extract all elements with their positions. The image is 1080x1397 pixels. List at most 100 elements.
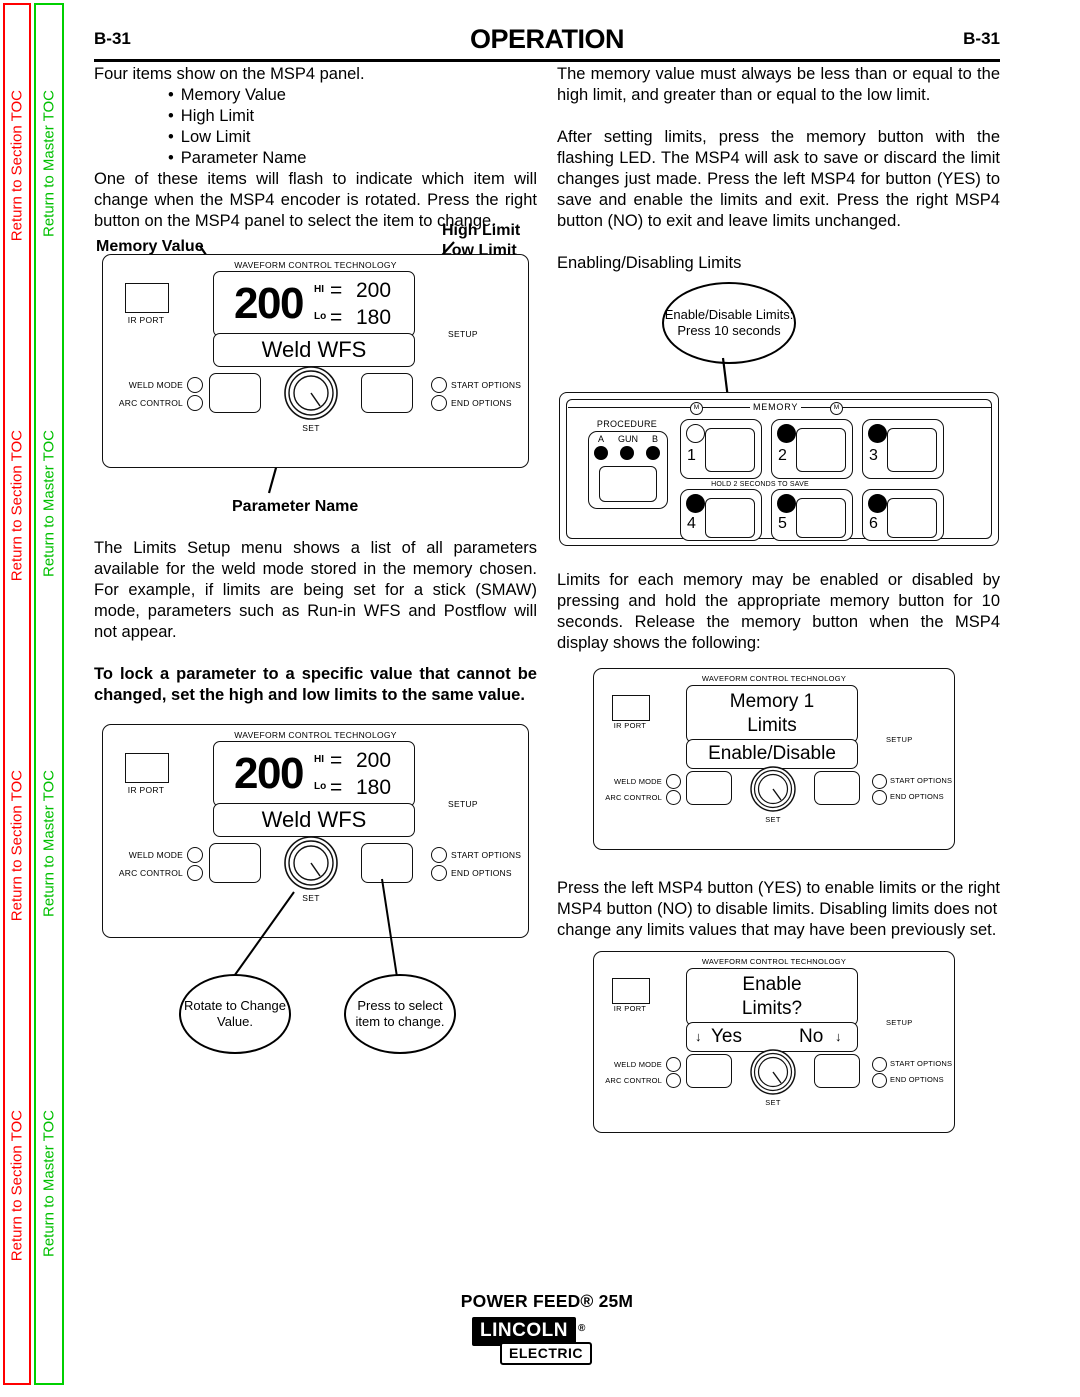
set-encoder-knob[interactable]	[749, 765, 797, 813]
memory-1-led	[686, 424, 705, 443]
memory-2-led	[777, 424, 796, 443]
start-options-label: START OPTIONS	[890, 1059, 953, 1068]
left-msp4-button[interactable]	[686, 771, 732, 805]
memory-key-number: 6	[869, 515, 878, 532]
setup-label: SETUP	[448, 329, 478, 339]
list-item: High Limit	[94, 106, 537, 127]
paragraph-limits-each-memory: Limits for each memory may be enabled or…	[557, 571, 1000, 652]
display-line-1: Enable	[742, 974, 802, 995]
memory-key-number: 4	[687, 515, 696, 532]
weld-mode-label: WELD MODE	[613, 777, 662, 786]
display-line-2: Limits?	[741, 998, 803, 1019]
sidebar-item-label: Return to Master TOC	[40, 1110, 58, 1257]
display-lower: Weld WFS	[213, 333, 415, 367]
sidebar-item-label: Return to Section TOC	[8, 90, 26, 242]
hi-value: 200	[356, 279, 392, 302]
start-options-label: START OPTIONS	[451, 380, 522, 390]
display-upper: 200 HI = 200 Lo = 180	[213, 271, 415, 337]
bubble-press-to-select: Press to select item to change.	[344, 974, 456, 1054]
paragraph-press-left-right: Press the left MSP4 button (YES) to enab…	[557, 879, 1000, 939]
memory-1-button[interactable]	[705, 428, 755, 472]
lo-label: Lo	[314, 311, 327, 322]
memory-4-button[interactable]	[705, 498, 755, 538]
sidebar-item-label: Return to Section TOC	[8, 430, 26, 582]
product-name: POWER FEED® 25M	[460, 1291, 634, 1311]
weld-mode-led	[187, 377, 203, 393]
left-msp4-button[interactable]	[686, 1054, 732, 1088]
memory-5-led	[777, 494, 796, 513]
procedure-button[interactable]	[599, 466, 657, 502]
figure-memory-panel: Enable/Disable Limits: Press 10 seconds …	[557, 280, 1000, 570]
hi-equals: =	[330, 279, 343, 302]
left-msp4-button[interactable]	[209, 373, 261, 413]
right-msp4-button[interactable]	[814, 1054, 860, 1088]
memory-key-5[interactable]: 5	[771, 489, 853, 541]
figure-msp4-encoder: WAVEFORM CONTROL TECHNOLOGY IR PORT 200 …	[94, 724, 537, 1054]
no-arrow-icon: ↓	[835, 1029, 842, 1044]
right-msp4-button[interactable]	[361, 373, 413, 413]
end-options-label: END OPTIONS	[890, 792, 944, 801]
display-upper: Enable Limits?	[686, 968, 858, 1026]
memory-6-led	[868, 494, 887, 513]
bubble-rotate-to-change: Rotate to Change Value.	[179, 974, 291, 1054]
procedure-gun-label: GUN	[618, 434, 638, 444]
display-upper: Memory 1 Limits	[686, 685, 858, 743]
weld-mode-label: WELD MODE	[128, 380, 183, 390]
figure-msp4-memory-limits: WAVEFORM CONTROL TECHNOLOGY IR PORT Memo…	[557, 668, 1000, 878]
end-options-led	[872, 790, 887, 805]
set-label: SET	[302, 423, 320, 433]
ir-port	[612, 978, 650, 1004]
set-encoder-knob[interactable]	[749, 1048, 797, 1096]
sidebar-item-label: Return to Master TOC	[40, 770, 58, 917]
sidebar-item-label: Return to Section TOC	[8, 1110, 26, 1262]
page-footer: POWER FEED® 25M LINCOLN ® ELECTRIC	[88, 1287, 1006, 1397]
end-options-label: END OPTIONS	[451, 398, 512, 408]
sidebar-return-to-master-toc[interactable]: Return to Master TOC Return to Master TO…	[34, 3, 64, 1385]
yes-label: Yes	[711, 1026, 742, 1047]
ir-port	[612, 695, 650, 721]
start-options-led	[872, 1057, 887, 1072]
lo-value: 180	[356, 306, 392, 329]
memory-key-2[interactable]: 2	[771, 419, 853, 479]
memory-6-button[interactable]	[887, 498, 937, 538]
procedure-b-led	[646, 446, 660, 460]
hi-label: HI	[314, 284, 324, 295]
set-encoder-knob[interactable]	[283, 365, 339, 421]
arc-control-label: ARC CONTROL	[605, 1076, 662, 1085]
memory-3-led	[868, 424, 887, 443]
paragraph-intro: Four items show on the MSP4 panel.	[94, 65, 365, 83]
start-options-label: START OPTIONS	[890, 776, 953, 785]
list-item: Memory Value	[94, 85, 537, 106]
sidebar-return-to-section-toc[interactable]: Return to Section TOC Return to Section …	[3, 3, 31, 1385]
procedure-key[interactable]: A GUN B	[588, 431, 668, 509]
waveform-control-technology-label: WAVEFORM CONTROL TECHNOLOGY	[701, 674, 847, 683]
paragraph-after-setting-limits: After setting limits, press the memory b…	[557, 128, 1000, 230]
memory-key-6[interactable]: 6	[862, 489, 944, 541]
hold-to-save-label: HOLD 2 SECONDS TO SAVE	[711, 481, 809, 488]
sidebar-item-label: Return to Master TOC	[40, 430, 58, 577]
no-label: No	[799, 1026, 824, 1047]
memory-label: MEMORY	[750, 402, 802, 412]
memory-3-button[interactable]	[887, 428, 937, 472]
ir-port-label: IR PORT	[613, 1004, 647, 1013]
memory-value: 200	[234, 279, 304, 328]
weld-mode-led	[666, 1057, 681, 1072]
memory-2-button[interactable]	[796, 428, 846, 472]
lo-equals: =	[330, 306, 343, 329]
weld-mode-led	[666, 774, 681, 789]
set-label: SET	[765, 815, 781, 824]
memory-key-1[interactable]: 1	[680, 419, 762, 479]
memory-key-3[interactable]: 3	[862, 419, 944, 479]
setup-label: SETUP	[886, 1018, 913, 1027]
end-options-led	[872, 1073, 887, 1088]
memory-key-number: 3	[869, 447, 878, 464]
right-msp4-button[interactable]	[814, 771, 860, 805]
right-column: The memory value must always be less tha…	[557, 64, 1000, 1151]
end-options-label: END OPTIONS	[890, 1075, 944, 1084]
start-options-led	[872, 774, 887, 789]
setup-label: SETUP	[886, 735, 913, 744]
procedure-gun-led	[620, 446, 634, 460]
memory-key-4[interactable]: 4	[680, 489, 762, 541]
end-options-led	[431, 395, 447, 411]
memory-5-button[interactable]	[796, 498, 846, 538]
